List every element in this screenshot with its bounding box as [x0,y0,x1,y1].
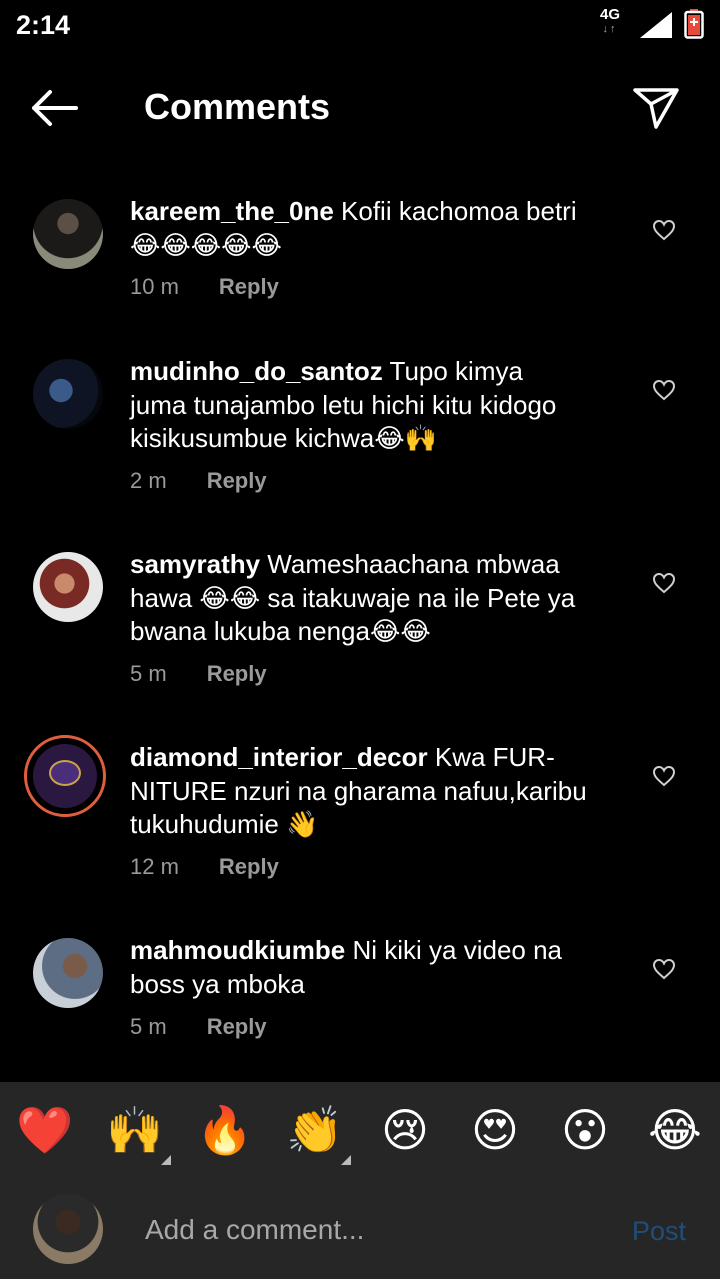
comment-body: Kofii kachomoa betri [333,196,577,226]
comment-body: Kwa FUR- [427,742,555,772]
comment-username[interactable]: samyrathy [130,549,260,579]
avatar[interactable] [33,359,103,429]
status-bar: 2:14 4G ↓↑ [0,0,720,50]
comment-username[interactable]: mahmoudkiumbe [130,935,345,965]
battery-icon [684,9,704,39]
comment-composer: ❤️ 🙌 🔥 👏 😢 😍 😮 😂 Add a comment... Post [0,1082,720,1279]
comment-text: kareem_the_0ne Kofii kachomoa betri 😂😂😂😂… [130,195,610,262]
post-button[interactable]: Post [632,1216,686,1247]
comment-meta: 5 m Reply [130,1014,267,1040]
comment-time: 5 m [130,661,167,686]
brand-logo-icon [33,744,97,808]
page-title: Comments [144,86,331,127]
crying-face-reaction[interactable]: 😢 [375,1100,435,1160]
comment-body-line: NITURE nzuri na gharama nafuu,karibu [130,775,587,806]
reply-button[interactable]: Reply [219,274,279,299]
avatar[interactable] [33,199,103,269]
raised-hands-reaction[interactable]: 🙌 [105,1100,165,1160]
comment-username[interactable]: diamond_interior_decor [130,742,428,772]
comment-body: Tupo kimya [382,356,523,386]
comment-input[interactable]: Add a comment... [145,1214,364,1246]
comment-body-line: tukuhudumie 👋 [130,809,319,839]
comment-meta: 5 m Reply [130,661,267,687]
comment-body-line: boss ya mboka [130,968,305,999]
heart-eyes-reaction[interactable]: 😍 [465,1100,525,1160]
avatar[interactable] [33,938,103,1008]
comment-body-line: bwana lukuba nenga😂😂 [130,616,431,646]
network-type: 4G [600,6,621,23]
heart-reaction[interactable]: ❤️ [15,1100,75,1160]
header: Comments [0,62,720,152]
data-arrows-icon: ↓↑ [602,23,618,35]
variant-indicator-icon [161,1155,171,1165]
send-icon[interactable] [632,86,680,130]
comment-time: 5 m [130,1014,167,1039]
comment-body-line: 😂😂😂😂😂 [130,229,282,260]
reply-button[interactable]: Reply [207,661,267,686]
comment-time: 2 m [130,468,167,493]
comment-time: 10 m [130,274,179,299]
like-heart-icon[interactable] [652,765,676,787]
back-arrow-icon[interactable] [30,90,78,126]
comment-body-line: kisikusumbue kichwa😂🙌 [130,423,437,453]
comment-meta: 10 m Reply [130,274,279,300]
like-heart-icon[interactable] [652,219,676,241]
comment-body-line: juma tunajambo letu hichi kitu kidogo [130,389,557,420]
comment-meta: 2 m Reply [130,468,267,494]
surprised-face-reaction[interactable]: 😮 [555,1100,615,1160]
status-time: 2:14 [16,10,71,40]
avatar[interactable] [33,552,103,622]
comment-text: diamond_interior_decor Kwa FUR- NITURE n… [130,741,610,842]
like-heart-icon[interactable] [652,572,676,594]
comment-body-line: hawa 😂😂 sa itakuwaje na ile Pete ya [130,582,576,613]
laughing-face-reaction[interactable]: 😂 [645,1100,705,1160]
like-heart-icon[interactable] [652,958,676,980]
comment-body: Wameshaachana mbwaa [260,549,560,579]
signal-icon [640,12,672,38]
story-ring-avatar[interactable] [24,735,106,817]
reply-button[interactable]: Reply [207,1014,267,1039]
comment-username[interactable]: kareem_the_0ne [130,196,334,226]
like-heart-icon[interactable] [652,379,676,401]
fire-reaction[interactable]: 🔥 [195,1100,255,1160]
reply-button[interactable]: Reply [207,468,267,493]
reply-button[interactable]: Reply [219,854,279,879]
current-user-avatar [33,1194,103,1264]
quick-reactions-bar: ❤️ 🙌 🔥 👏 😢 😍 😮 😂 [0,1100,720,1170]
comment-text: samyrathy Wameshaachana mbwaa hawa 😂😂 sa… [130,548,610,649]
network-indicator: 4G ↓↑ [600,6,621,36]
comment-time: 12 m [130,854,179,879]
comment-text: mudinho_do_santoz Tupo kimya juma tunaja… [130,355,610,456]
comment-meta: 12 m Reply [130,854,279,880]
variant-indicator-icon [341,1155,351,1165]
comment-username[interactable]: mudinho_do_santoz [130,356,383,386]
comment-text: mahmoudkiumbe Ni kiki ya video na boss y… [130,934,610,1001]
comment-body: Ni kiki ya video na [345,935,563,965]
clapping-hands-reaction[interactable]: 👏 [285,1100,345,1160]
